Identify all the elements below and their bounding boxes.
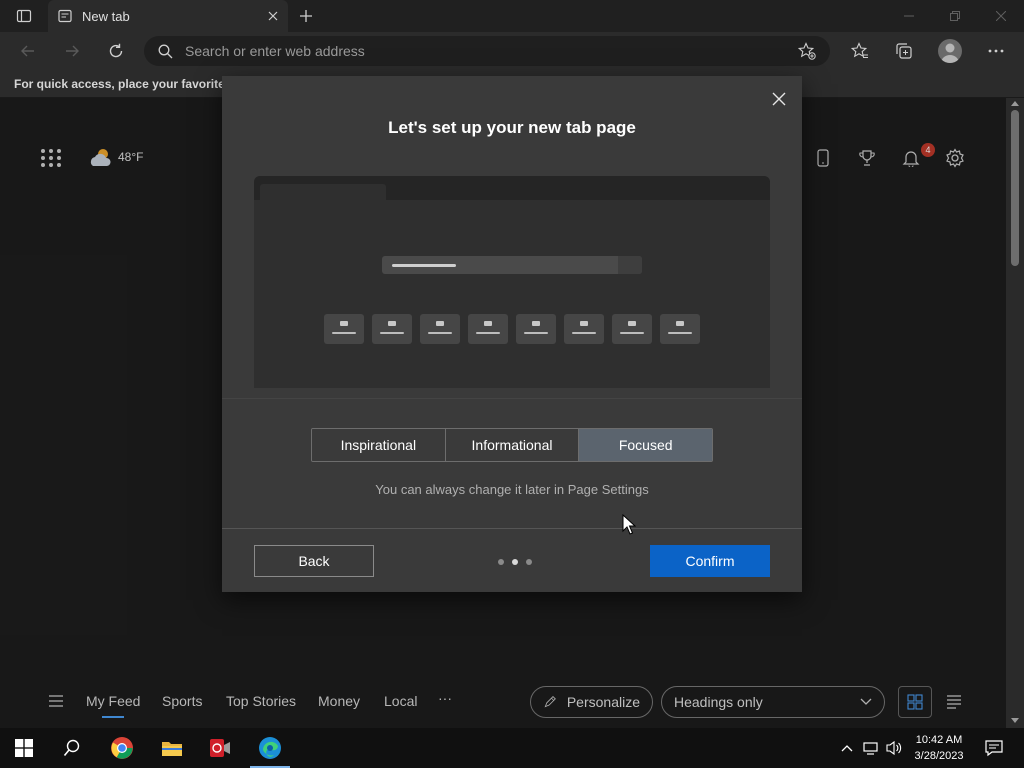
page-scrollbar[interactable] xyxy=(1006,98,1024,728)
favorites-star-icon xyxy=(851,42,868,58)
preview-tab xyxy=(260,184,386,200)
preview-tile xyxy=(468,314,508,344)
title-bar: New tab xyxy=(0,0,1024,32)
address-placeholder: Search or enter web address xyxy=(185,43,365,59)
layout-option-group: Inspirational Informational Focused xyxy=(311,428,713,462)
close-tab-icon[interactable] xyxy=(268,11,278,21)
preview-tile xyxy=(612,314,652,344)
minimize-icon xyxy=(904,15,914,17)
plus-icon xyxy=(300,10,312,22)
scroll-up-icon[interactable] xyxy=(1011,100,1019,106)
collections-icon xyxy=(896,43,912,59)
step-indicator xyxy=(498,559,532,565)
profile-avatar[interactable] xyxy=(938,39,962,63)
preview-tile xyxy=(420,314,460,344)
scrollbar-thumb[interactable] xyxy=(1011,110,1019,266)
option-informational[interactable]: Informational xyxy=(445,429,580,461)
tab-new-tab[interactable]: New tab xyxy=(48,0,288,32)
media-app-icon xyxy=(210,739,230,757)
more-dots-icon xyxy=(988,49,1004,53)
new-tab-page-icon xyxy=(58,9,72,23)
navigation-toolbar: Search or enter web address xyxy=(0,32,1024,70)
profile-icon xyxy=(941,43,959,63)
mouse-cursor-icon xyxy=(622,514,636,535)
windows-taskbar: 10:42 AM 3/28/2023 xyxy=(0,728,1024,768)
speaker-icon xyxy=(886,740,902,756)
collections-button[interactable] xyxy=(890,37,918,65)
edge-icon xyxy=(259,737,281,759)
close-dialog-button[interactable] xyxy=(768,88,790,110)
preview-quick-links xyxy=(324,314,700,344)
option-focused[interactable]: Focused xyxy=(579,429,712,461)
setup-dialog: Let's set up your new tab page Inspirati… xyxy=(222,76,802,592)
show-hidden-icons-button[interactable] xyxy=(838,738,856,758)
window-controls xyxy=(886,0,1024,32)
favorites-button[interactable] xyxy=(846,37,874,65)
file-explorer-taskbar-button[interactable] xyxy=(148,732,196,764)
edge-taskbar-button[interactable] xyxy=(246,732,294,768)
arrow-left-icon xyxy=(21,45,34,57)
step-dot-active xyxy=(512,559,518,565)
close-icon xyxy=(772,92,786,106)
favorites-hint-text: For quick access, place your favorites h xyxy=(14,77,243,91)
system-clock[interactable]: 10:42 AM 3/28/2023 xyxy=(905,732,973,764)
folder-icon xyxy=(162,742,182,756)
chrome-icon xyxy=(111,737,133,759)
notification-center-icon xyxy=(985,740,1003,757)
forward-nav-button[interactable] xyxy=(58,37,86,65)
chrome-taskbar-button[interactable] xyxy=(98,732,146,764)
minimize-button[interactable] xyxy=(886,0,932,32)
dialog-title: Let's set up your new tab page xyxy=(388,118,636,137)
scroll-down-icon[interactable] xyxy=(1011,718,1019,724)
settings-hint: You can always change it later in Page S… xyxy=(375,482,649,497)
preview-tile xyxy=(564,314,604,344)
clock-time: 10:42 AM xyxy=(915,734,963,746)
layout-preview xyxy=(254,176,770,388)
close-window-button[interactable] xyxy=(978,0,1024,32)
preview-tile xyxy=(324,314,364,344)
back-nav-button[interactable] xyxy=(14,37,42,65)
preview-tile xyxy=(372,314,412,344)
preview-search-box xyxy=(382,256,642,274)
close-window-icon xyxy=(996,11,1006,21)
refresh-button[interactable] xyxy=(102,37,130,65)
step-dot xyxy=(526,559,532,565)
search-icon xyxy=(158,44,173,58)
clock-date: 3/28/2023 xyxy=(914,750,964,762)
footer-divider xyxy=(222,528,802,529)
back-button[interactable]: Back xyxy=(254,545,374,577)
volume-tray-button[interactable] xyxy=(884,738,904,758)
video-app-taskbar-button[interactable] xyxy=(196,732,244,764)
step-dot xyxy=(498,559,504,565)
preview-tile xyxy=(660,314,700,344)
preview-tile xyxy=(516,314,556,344)
address-bar[interactable]: Search or enter web address xyxy=(144,36,830,66)
start-button[interactable] xyxy=(0,732,48,764)
option-inspirational[interactable]: Inspirational xyxy=(312,429,446,461)
add-favorite-icon[interactable] xyxy=(798,42,816,60)
confirm-button[interactable]: Confirm xyxy=(650,545,770,577)
windows-logo-icon xyxy=(15,739,33,757)
refresh-icon xyxy=(109,43,123,58)
tab-actions-button[interactable] xyxy=(8,6,40,26)
arrow-right-icon xyxy=(66,45,79,57)
restore-button[interactable] xyxy=(932,0,978,32)
network-tray-button[interactable] xyxy=(860,738,882,758)
search-taskbar-button[interactable] xyxy=(48,732,96,764)
search-icon xyxy=(63,739,80,757)
network-icon xyxy=(863,742,878,755)
action-center-button[interactable] xyxy=(982,736,1006,760)
tab-actions-icon xyxy=(16,9,32,23)
chevron-up-icon xyxy=(841,745,853,752)
settings-more-button[interactable] xyxy=(982,37,1010,65)
new-tab-button[interactable] xyxy=(292,4,320,28)
tab-title: New tab xyxy=(82,8,130,24)
preview-divider xyxy=(222,398,802,399)
restore-icon xyxy=(950,11,960,21)
